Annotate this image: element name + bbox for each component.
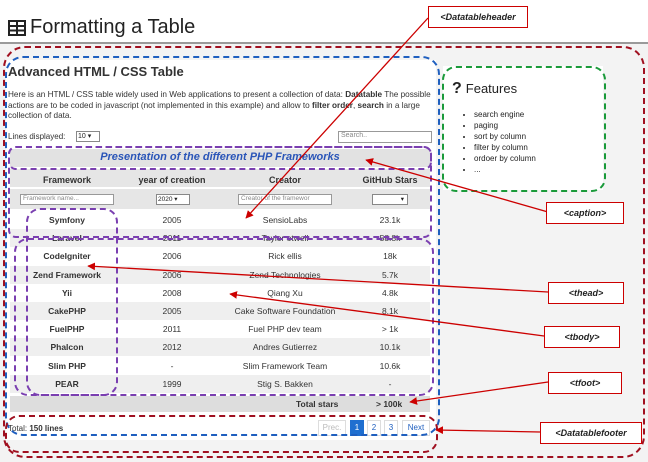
arrow-tbody bbox=[229, 291, 545, 337]
arrow-datatableheader bbox=[245, 17, 429, 219]
arrow-thead bbox=[87, 262, 549, 293]
callout-thead: <thead> bbox=[548, 282, 624, 304]
arrow-datatablefooter bbox=[435, 426, 541, 435]
callout-datatablefooter: <Datatablefooter bbox=[540, 422, 642, 444]
callout-tfoot: <tfoot> bbox=[548, 372, 622, 394]
callout-tbody: <tbody> bbox=[544, 326, 620, 348]
callout-datatableheader: <Datatableheader bbox=[428, 6, 528, 28]
arrow-caption bbox=[365, 158, 549, 213]
arrow-tfoot bbox=[409, 381, 549, 405]
callout-caption: <caption> bbox=[546, 202, 624, 224]
